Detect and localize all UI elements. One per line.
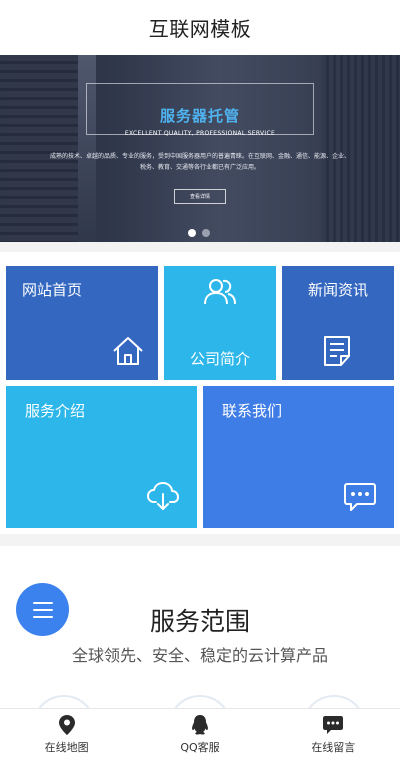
tile-news-label: 新闻资讯 [308, 281, 369, 299]
tile-service-label: 服务介绍 [25, 402, 86, 420]
tile-news[interactable]: 新闻资讯 [282, 266, 394, 380]
nav-qq[interactable]: QQ客服 [133, 709, 266, 760]
banner-details-button[interactable]: 查看详情 [174, 189, 226, 204]
location-pin-icon [58, 714, 75, 735]
message-icon [323, 715, 344, 734]
section-subtitle: 全球领先、安全、稳定的云计算产品 [71, 646, 328, 665]
house-icon [113, 337, 143, 365]
bottom-nav: 在线地图 QQ客服 在线留言 [0, 708, 400, 760]
page-title: 互联网模板 [148, 17, 252, 41]
tile-about-label: 公司简介 [190, 350, 251, 368]
carousel-dot-1[interactable] [188, 229, 196, 237]
banner-headline: 服务器托管 [159, 107, 240, 125]
tile-home[interactable]: 网站首页 [6, 266, 158, 380]
banner-subtitle: EXCELLENT QUALITY, PROFESSIONAL SERVICE [124, 130, 276, 137]
nav-map[interactable]: 在线地图 [0, 709, 133, 760]
section-divider-2 [0, 534, 400, 546]
tile-home-label: 网站首页 [22, 281, 83, 299]
tile-about[interactable]: 公司简介 [164, 266, 276, 380]
nav-message-label: 在线留言 [311, 740, 356, 754]
section-divider [0, 242, 400, 252]
tile-service[interactable]: 服务介绍 [6, 386, 197, 528]
nav-message[interactable]: 在线留言 [267, 709, 400, 760]
banner-description: 成熟的技术、卓越的品质、专业的服务，受到中国服务器用户的普遍青睐。在互联网、金融… [50, 153, 351, 171]
document-icon [324, 336, 350, 366]
banner-carousel[interactable]: 服务器托管 EXCELLENT QUALITY, PROFESSIONAL SE… [0, 55, 400, 242]
nav-qq-label: QQ客服 [180, 740, 220, 754]
tile-contact-label: 联系我们 [222, 402, 283, 420]
carousel-dot-2[interactable] [202, 229, 210, 237]
header: 互联网模板 [0, 0, 400, 55]
qq-penguin-icon [192, 714, 208, 735]
nav-map-label: 在线地图 [44, 740, 89, 754]
cloud-download-icon [147, 482, 179, 510]
chat-bubble-icon [344, 483, 376, 511]
tile-contact[interactable]: 联系我们 [203, 386, 394, 528]
carousel-dots [188, 229, 210, 237]
section-title: 服务范围 [149, 607, 250, 636]
users-icon [204, 279, 236, 305]
